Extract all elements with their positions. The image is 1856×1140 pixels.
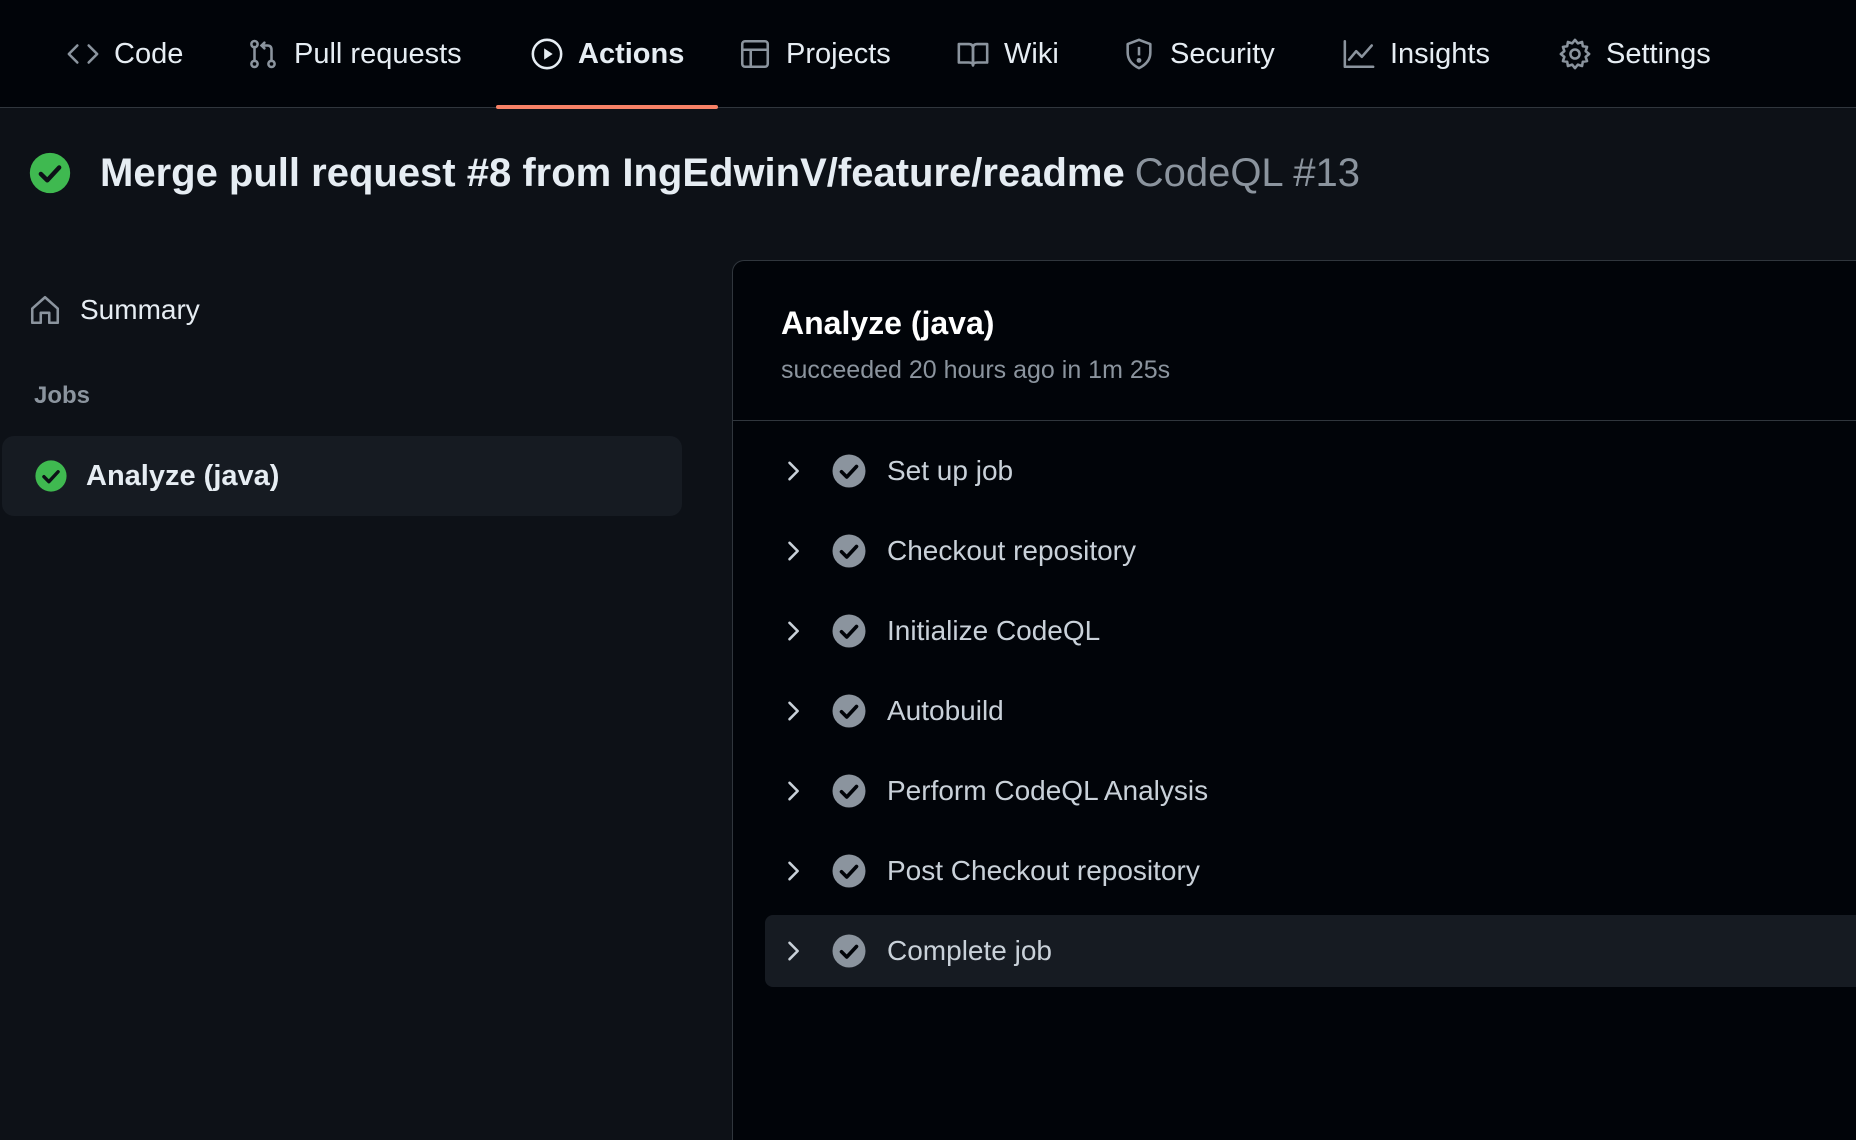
run-header: Merge pull request #8 from IngEdwinV/fea…	[28, 146, 1360, 200]
chevron-right-icon	[788, 461, 799, 481]
sidebar-summary-label: Summary	[80, 294, 200, 325]
check-circle-icon	[832, 534, 866, 568]
step-autobuild[interactable]: Autobuild	[765, 675, 1856, 747]
tab-pull-requests[interactable]: Pull requests	[212, 0, 496, 108]
tab-wiki[interactable]: Wiki	[922, 0, 1093, 108]
run-workflow: CodeQL #13	[1134, 150, 1361, 195]
chevron-right-icon	[788, 861, 799, 881]
step-label: Perform CodeQL Analysis	[887, 775, 1209, 806]
gear-icon	[1559, 38, 1591, 70]
step-label: Post Checkout repository	[887, 855, 1200, 886]
step-label: Set up job	[887, 455, 1014, 486]
check-circle-icon	[832, 934, 866, 968]
step-complete-job[interactable]: Complete job	[765, 915, 1856, 987]
chevron-right-icon	[788, 541, 799, 561]
chevron-right-icon	[788, 701, 799, 721]
chevron-right-icon	[788, 621, 799, 641]
code-icon	[67, 44, 99, 64]
tab-settings[interactable]: Settings	[1524, 0, 1745, 108]
tab-settings-label: Settings	[1606, 37, 1711, 70]
step-label: Checkout repository	[887, 535, 1137, 566]
tab-code-label: Code	[114, 37, 184, 70]
step-label: Complete job	[887, 935, 1052, 966]
check-circle-fill-icon	[29, 152, 71, 194]
tab-insights[interactable]: Insights	[1308, 0, 1524, 108]
book-icon	[957, 42, 989, 67]
sidebar-item-job-analyze-java[interactable]: Analyze (java)	[2, 436, 682, 516]
tab-projects[interactable]: Projects	[704, 0, 925, 108]
repo-nav: Code Pull requests Actions Projects Wiki…	[0, 0, 1856, 109]
step-label: Autobuild	[887, 695, 1004, 726]
job-status-text: succeeded 20 hours ago in 1m 25s	[781, 356, 1171, 384]
table-icon	[740, 39, 770, 69]
run-title-text: Merge pull request #8 from IngEdwinV/fea…	[100, 150, 1125, 195]
graph-icon	[1343, 39, 1375, 69]
tab-actions[interactable]: Actions	[496, 0, 719, 109]
tab-security-label: Security	[1170, 37, 1275, 70]
tab-insights-label: Insights	[1390, 37, 1490, 70]
step-set-up-job[interactable]: Set up job	[765, 435, 1856, 507]
chevron-right-icon	[788, 781, 799, 801]
tab-security[interactable]: Security	[1088, 0, 1309, 108]
step-checkout-repository[interactable]: Checkout repository	[765, 515, 1856, 587]
job-header: Analyze (java) succeeded 20 hours ago in…	[733, 261, 1856, 421]
tab-actions-label: Actions	[578, 37, 685, 70]
job-title: Analyze (java)	[781, 305, 995, 341]
step-perform-codeql-analysis[interactable]: Perform CodeQL Analysis	[765, 755, 1856, 827]
step-label: Initialize CodeQL	[887, 615, 1101, 646]
check-circle-icon	[832, 854, 866, 888]
shield-icon	[1126, 38, 1152, 70]
tab-code[interactable]: Code	[32, 0, 217, 108]
job-steps: Set up job Checkout repository Initializ…	[733, 421, 1856, 987]
check-circle-icon	[832, 694, 866, 728]
tab-wiki-label: Wiki	[1004, 37, 1059, 70]
run-title: Merge pull request #8 from IngEdwinV/fea…	[100, 151, 1360, 196]
check-circle-icon	[832, 454, 866, 488]
jobs-heading: Jobs	[34, 382, 91, 409]
sidebar-job-label: Analyze (java)	[86, 459, 280, 492]
check-circle-icon	[832, 614, 866, 648]
step-post-checkout-repository[interactable]: Post Checkout repository	[765, 835, 1856, 907]
job-panel: Analyze (java) succeeded 20 hours ago in…	[732, 260, 1856, 1140]
home-icon	[30, 295, 60, 325]
step-initialize-codeql[interactable]: Initialize CodeQL	[765, 595, 1856, 667]
sidebar-item-summary[interactable]: Summary	[28, 280, 200, 340]
tab-projects-label: Projects	[786, 37, 891, 70]
chevron-right-icon	[788, 941, 799, 961]
check-circle-fill-icon	[35, 460, 67, 492]
check-circle-icon	[832, 774, 866, 808]
git-pull-request-icon	[250, 39, 276, 69]
tab-pull-requests-label: Pull requests	[294, 37, 462, 70]
play-circle-icon	[531, 38, 563, 70]
